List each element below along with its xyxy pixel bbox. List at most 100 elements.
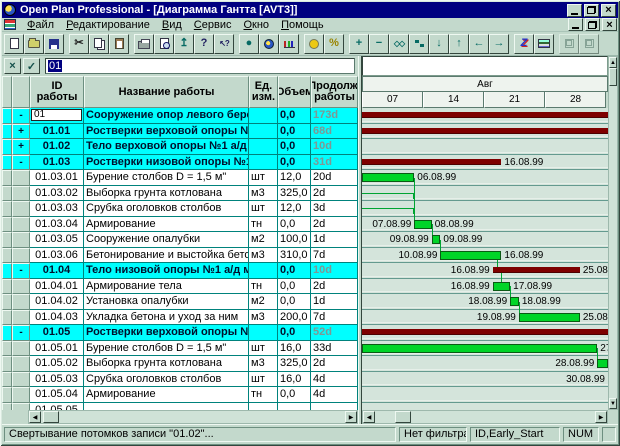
add-activity-button[interactable]: +	[349, 34, 369, 54]
row-gutter[interactable]	[2, 263, 12, 279]
layout-view-button[interactable]	[534, 34, 554, 54]
cost-button[interactable]	[304, 34, 324, 54]
table-row[interactable]: 01.03.01Бурение столбов D = 1,5 м"шт12,0…	[2, 170, 358, 186]
cell-name[interactable]: Армирование тела	[84, 279, 249, 295]
print-button[interactable]	[134, 34, 154, 54]
cell-unit[interactable]: м3	[249, 310, 278, 326]
table-row[interactable]: 01.05.03Срубка оголовков столбовшт16,04d	[2, 372, 358, 388]
scroll-up-icon[interactable]: ▲	[609, 57, 617, 68]
gantt-horizontal-scrollbar[interactable]: ◀ ▶	[362, 410, 608, 424]
cell-unit[interactable]: тн	[249, 387, 278, 403]
scroll-right-icon[interactable]: ▶	[595, 411, 607, 423]
collapse-icon[interactable]: -	[12, 263, 30, 279]
cell-volume[interactable]: 0,0	[278, 294, 311, 310]
menu-file[interactable]: Файл	[21, 18, 60, 32]
context-help-button[interactable]: ↖?	[214, 34, 234, 54]
scroll-down-icon[interactable]: ▼	[609, 398, 617, 409]
cell-volume[interactable]: 0,0	[278, 279, 311, 295]
histogram-button[interactable]	[279, 34, 299, 54]
cell-duration[interactable]: 4d	[311, 387, 358, 403]
menu-help[interactable]: Помощь	[275, 18, 330, 32]
move-up-button[interactable]: ↑	[449, 34, 469, 54]
cell-id[interactable]: 01.03.05	[30, 232, 84, 248]
open-button[interactable]	[24, 34, 44, 54]
row-gutter[interactable]	[2, 155, 12, 171]
cell-volume[interactable]	[278, 403, 311, 411]
table-row[interactable]: -01.04Тело низовой опоры №1 а/д моста0,0…	[2, 263, 358, 279]
cell-id[interactable]: 01.05	[30, 325, 84, 341]
cell-duration[interactable]: 1d	[311, 294, 358, 310]
cell-name[interactable]: Ростверки верховой опоры №2 а/д	[84, 325, 249, 341]
cell-name[interactable]: Выборка грунта котлована	[84, 186, 249, 202]
paste-button[interactable]	[109, 34, 129, 54]
cell-id[interactable]: 01.04.01	[30, 279, 84, 295]
collapse-icon[interactable]: -	[12, 155, 30, 171]
gantt-task-bar[interactable]	[414, 220, 431, 229]
cell-id[interactable]: 01.03.06	[30, 248, 84, 264]
cell-unit[interactable]: м2	[249, 232, 278, 248]
cell-duration[interactable]: 68d	[311, 124, 358, 140]
row-gutter[interactable]	[2, 201, 12, 217]
collapse-icon[interactable]: -	[12, 325, 30, 341]
cell-volume[interactable]: 0,0	[278, 124, 311, 140]
cell-duration[interactable]: 33d	[311, 341, 358, 357]
row-gutter[interactable]	[2, 279, 12, 295]
row-gutter[interactable]	[2, 341, 12, 357]
table-row[interactable]: 01.03.03Срубка оголовков столбовшт12,03d	[2, 201, 358, 217]
row-gutter[interactable]	[2, 217, 12, 233]
cell-volume[interactable]: 0,0	[278, 325, 311, 341]
gantt-view-button[interactable]: Z	[514, 34, 534, 54]
cell-id[interactable]: 01.02	[30, 139, 84, 155]
close-button[interactable]: ×	[601, 4, 616, 17]
save-button[interactable]	[44, 34, 64, 54]
cell-duration[interactable]: 1d	[311, 232, 358, 248]
table-row[interactable]: +01.02Тело верховой опоры №1 а/д моста0,…	[2, 139, 358, 155]
cell-volume[interactable]: 12,0	[278, 201, 311, 217]
move-left-button[interactable]: ←	[469, 34, 489, 54]
table-row[interactable]: 01.03.05Сооружение опалубким2100,01d	[2, 232, 358, 248]
cell-unit[interactable]: тн	[249, 217, 278, 233]
cell-name[interactable]: Ростверки низовой опоры №1 а/д моста	[84, 155, 249, 171]
gantt-summary-bar[interactable]	[362, 128, 608, 134]
cell-duration[interactable]: 2d	[311, 356, 358, 372]
app-icon[interactable]	[4, 4, 16, 16]
row-gutter[interactable]	[2, 372, 12, 388]
cell-duration[interactable]	[311, 403, 358, 411]
row-gutter[interactable]	[2, 325, 12, 341]
cell-volume[interactable]: 16,0	[278, 341, 311, 357]
cell-unit[interactable]	[249, 108, 278, 124]
cell-name[interactable]: Срубка оголовков столбов	[84, 372, 249, 388]
gantt-task-bar[interactable]	[440, 251, 501, 260]
cell-name[interactable]	[84, 403, 249, 411]
cell-unit[interactable]: тн	[249, 279, 278, 295]
row-gutter[interactable]	[2, 232, 12, 248]
gantt-task-bar[interactable]	[493, 282, 510, 291]
row-gutter[interactable]	[2, 310, 12, 326]
table-row[interactable]: -01.03Ростверки низовой опоры №1 а/д мос…	[2, 155, 358, 171]
cell-id[interactable]: 01.01	[30, 124, 84, 140]
row-gutter[interactable]	[2, 108, 12, 124]
cell-volume[interactable]: 0,0	[278, 139, 311, 155]
help-button[interactable]: ?	[194, 34, 214, 54]
inline-edit-box[interactable]: 01	[31, 109, 82, 121]
cell-unit[interactable]: шт	[249, 170, 278, 186]
cell-duration[interactable]: 10d	[311, 139, 358, 155]
cancel-edit-button[interactable]: ×	[4, 58, 21, 74]
menu-window[interactable]: Окно	[237, 18, 275, 32]
row-gutter[interactable]	[2, 387, 12, 403]
cell-duration[interactable]: 2d	[311, 279, 358, 295]
gantt-task-bar[interactable]	[519, 313, 580, 322]
table-row[interactable]: 01.05.04Армированиетн0,04d	[2, 387, 358, 403]
cell-unit[interactable]	[249, 325, 278, 341]
scrollbar-thumb[interactable]	[43, 411, 59, 423]
cut-button[interactable]: ✂	[69, 34, 89, 54]
cell-name[interactable]: Бетонирование и выстойка бетона	[84, 248, 249, 264]
cell-name[interactable]: Установка опалубки	[84, 294, 249, 310]
cell-name[interactable]: Срубка оголовков столбов	[84, 201, 249, 217]
restore-button[interactable]	[584, 4, 599, 17]
header-name[interactable]: Название работы	[84, 76, 249, 108]
menu-service[interactable]: Сервис	[188, 18, 238, 32]
cell-volume[interactable]: 0,0	[278, 108, 311, 124]
cell-duration[interactable]: 4d	[311, 372, 358, 388]
row-gutter[interactable]	[2, 403, 12, 411]
